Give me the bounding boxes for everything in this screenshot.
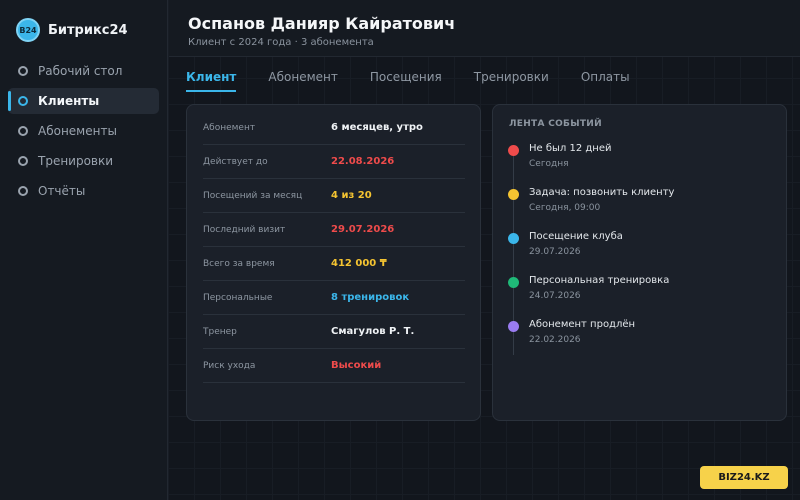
feed-item-text: Не был 12 дней [529, 143, 612, 154]
sidebar: B24 Битрикс24 Рабочий стол Клиенты Абоне… [0, 0, 168, 500]
feed-item-time: Сегодня [529, 159, 569, 169]
sidebar-item-clients[interactable]: Клиенты [8, 88, 159, 114]
status-dot-icon [508, 277, 519, 288]
page-header: Оспанов Данияр Кайратович Клиент с 2024 … [169, 0, 800, 57]
feed-item-time: 22.02.2026 [529, 335, 581, 345]
circle-icon [18, 66, 28, 76]
info-row-visits-month: Посещений за месяц 4 из 20 [203, 179, 465, 213]
info-value: 4 из 20 [331, 190, 372, 201]
feed-item-text: Абонемент продлён [529, 319, 636, 330]
event-feed-card: ЛЕНТА СОБЫТИЙ Не был 12 дней Сегодня Зад… [492, 104, 787, 421]
app-name: Битрикс24 [48, 22, 128, 38]
sidebar-item-reports[interactable]: Отчёты [8, 178, 159, 204]
feed-item: Не был 12 дней Сегодня [508, 143, 770, 187]
tab-client[interactable]: Клиент [186, 70, 237, 92]
info-label: Тренер [203, 326, 237, 337]
tab-payments[interactable]: Оплаты [581, 70, 630, 92]
sidebar-item-label: Рабочий стол [38, 64, 123, 78]
client-info-card: Абонемент 6 месяцев, утро Действует до 2… [186, 104, 481, 421]
info-label: Риск ухода [203, 360, 256, 371]
info-value: 6 месяцев, утро [331, 122, 423, 133]
feed-item-text: Посещение клуба [529, 231, 623, 242]
tab-visits[interactable]: Посещения [370, 70, 442, 92]
tab-membership[interactable]: Абонемент [268, 70, 337, 92]
sidebar-item-label: Отчёты [38, 184, 86, 198]
info-value: 22.08.2026 [331, 156, 395, 167]
info-row-churn-risk: Риск ухода Высокий [203, 349, 465, 383]
info-row-trainer: Тренер Смагулов Р. Т. [203, 315, 465, 349]
info-label: Действует до [203, 156, 268, 167]
sidebar-nav: Рабочий стол Клиенты Абонементы Трениров… [0, 58, 167, 204]
status-dot-icon [508, 189, 519, 200]
status-dot-icon [508, 233, 519, 244]
info-value: 412 000 ₸ [331, 258, 387, 269]
info-label: Всего за время [203, 258, 275, 269]
info-value: Смагулов Р. Т. [331, 326, 415, 337]
sidebar-item-label: Клиенты [38, 94, 100, 108]
feed-item: Абонемент продлён 22.02.2026 [508, 319, 770, 363]
feed-item: Персональная тренировка 24.07.2026 [508, 275, 770, 319]
info-label: Персональные [203, 292, 273, 303]
feed-item-time: Сегодня, 09:00 [529, 203, 601, 213]
feed-item: Задача: позвонить клиенту Сегодня, 09:00 [508, 187, 770, 231]
watermark-badge: BIZ24.KZ [700, 466, 788, 489]
circle-icon [18, 96, 28, 106]
sidebar-item-trainings[interactable]: Тренировки [8, 148, 159, 174]
feed-item-text: Задача: позвонить клиенту [529, 187, 675, 198]
feed-list: Не был 12 дней Сегодня Задача: позвонить… [508, 143, 770, 363]
circle-icon [18, 186, 28, 196]
circle-icon [18, 126, 28, 136]
sidebar-item-label: Тренировки [38, 154, 114, 168]
status-dot-icon [508, 321, 519, 332]
info-value: Высокий [331, 360, 382, 371]
info-row-membership: Абонемент 6 месяцев, утро [203, 111, 465, 145]
info-value: 29.07.2026 [331, 224, 395, 235]
page-subtitle: Клиент с 2024 года · 3 абонемента [188, 37, 374, 48]
feed-title: ЛЕНТА СОБЫТИЙ [509, 119, 602, 129]
info-label: Посещений за месяц [203, 190, 303, 201]
info-row-total: Всего за время 412 000 ₸ [203, 247, 465, 281]
info-label: Последний визит [203, 224, 286, 235]
tab-bar: Клиент Абонемент Посещения Тренировки Оп… [186, 70, 662, 92]
feed-item-time: 24.07.2026 [529, 291, 581, 301]
info-value: 8 тренировок [331, 292, 410, 303]
feed-item-time: 29.07.2026 [529, 247, 581, 257]
tab-trainings[interactable]: Тренировки [474, 70, 549, 92]
page-title: Оспанов Данияр Кайратович [188, 14, 456, 33]
brand[interactable]: B24 Битрикс24 [0, 0, 167, 44]
circle-icon [18, 156, 28, 166]
info-row-last-visit: Последний визит 29.07.2026 [203, 213, 465, 247]
sidebar-item-label: Абонементы [38, 124, 117, 138]
bitrix-logo-icon: B24 [16, 18, 40, 42]
sidebar-item-memberships[interactable]: Абонементы [8, 118, 159, 144]
status-dot-icon [508, 145, 519, 156]
info-label: Абонемент [203, 122, 256, 133]
feed-item-text: Персональная тренировка [529, 275, 670, 286]
feed-item: Посещение клуба 29.07.2026 [508, 231, 770, 275]
info-row-personal: Персональные 8 тренировок [203, 281, 465, 315]
sidebar-item-desktop[interactable]: Рабочий стол [8, 58, 159, 84]
info-row-valid-until: Действует до 22.08.2026 [203, 145, 465, 179]
